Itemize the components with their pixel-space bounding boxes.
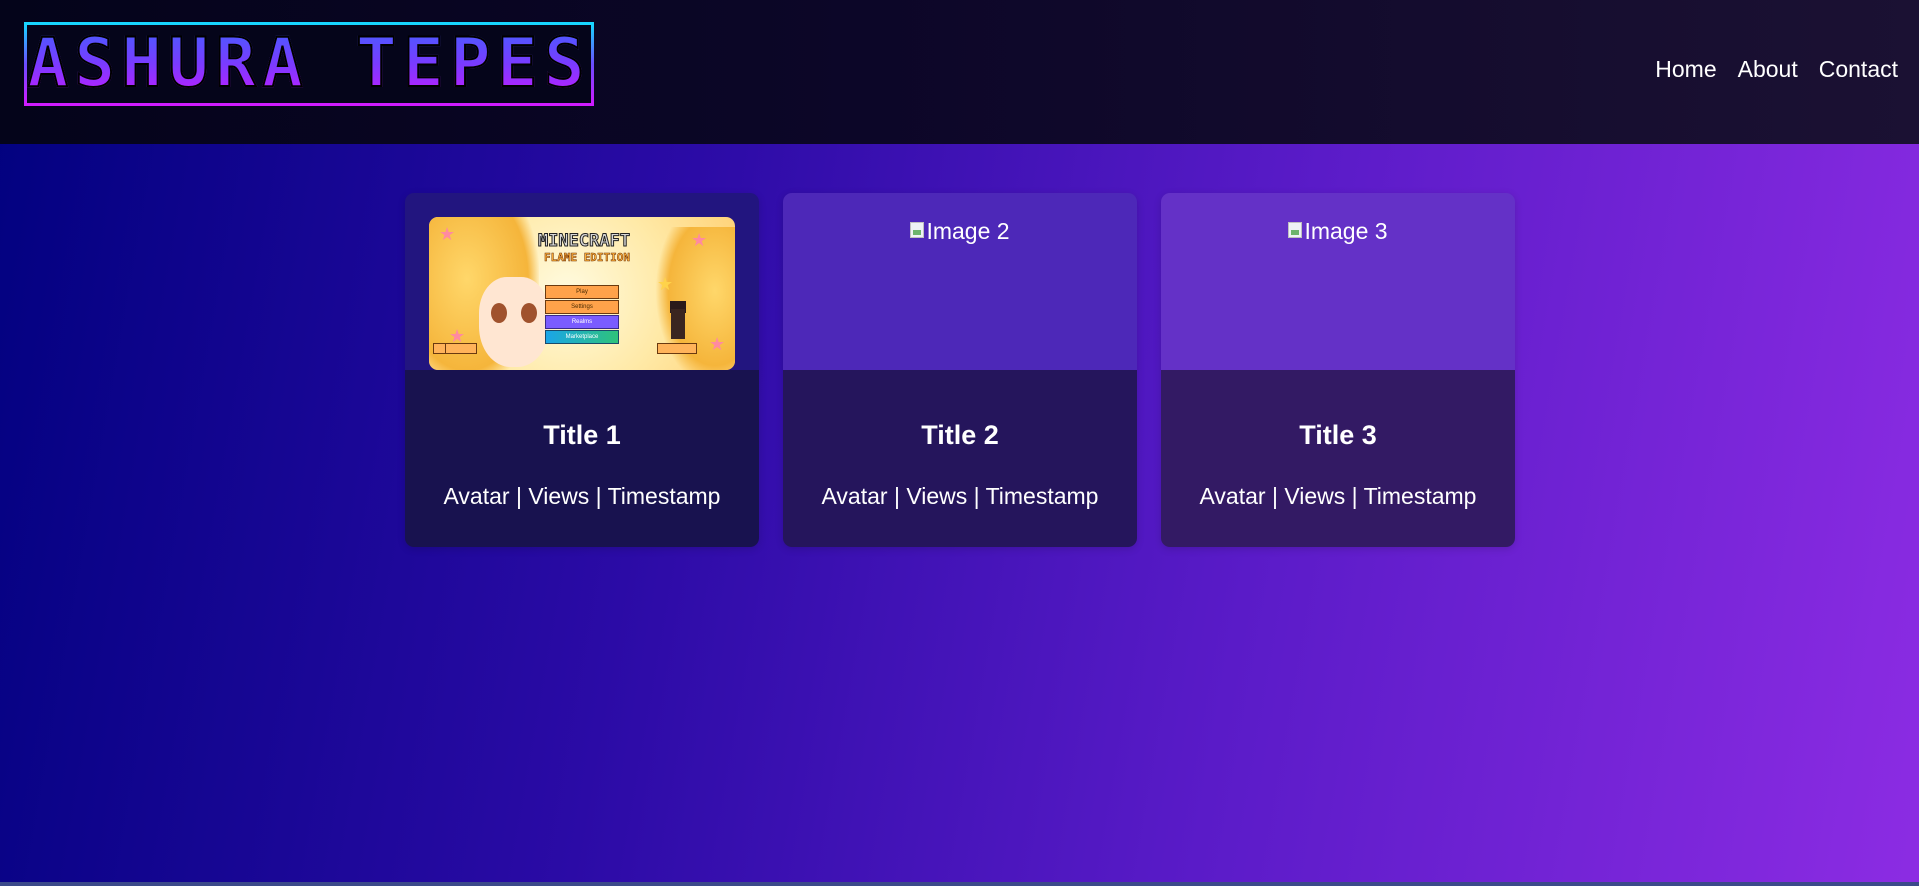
thumbnail-menu-button: Settings (545, 300, 619, 314)
card-image-broken[interactable]: Image 2 (783, 218, 1137, 245)
video-grid: ★ ★ ★ ★ ★ MINECRAFT FLAME EDITION Play S… (405, 193, 1515, 547)
broken-image-icon (1288, 221, 1303, 238)
video-card[interactable]: Image 2 Title 2 Avatar | Views | Timesta… (783, 193, 1137, 547)
star-icon: ★ (691, 230, 708, 250)
nav-link-contact[interactable]: Contact (1819, 56, 1898, 83)
card-title[interactable]: Title 3 (1299, 420, 1377, 451)
video-card[interactable]: Image 3 Title 3 Avatar | Views | Timesta… (1161, 193, 1515, 547)
site-logo[interactable]: ASHURA TEPES (24, 22, 594, 106)
thumbnail-eye-left (491, 303, 507, 323)
nav-link-home[interactable]: Home (1655, 56, 1716, 83)
bottom-divider (0, 882, 1919, 886)
card-image-area: ★ ★ ★ ★ ★ MINECRAFT FLAME EDITION Play S… (405, 193, 759, 370)
star-icon: ★ (439, 224, 456, 244)
main-nav: Home About Contact (1634, 56, 1898, 83)
image-alt-text: Image 2 (926, 218, 1010, 244)
thumbnail-small-icon (657, 343, 697, 354)
card-thumbnail[interactable]: ★ ★ ★ ★ ★ MINECRAFT FLAME EDITION Play S… (429, 217, 735, 370)
thumbnail-menu-button: Marketplace (545, 330, 619, 344)
card-meta: Avatar | Views | Timestamp (821, 483, 1099, 509)
image-alt-text: Image 3 (1304, 218, 1388, 244)
card-title[interactable]: Title 1 (543, 420, 621, 451)
thumbnail-eye-right (521, 303, 537, 323)
thumbnail-menu-button: Realms (545, 315, 619, 329)
thumbnail-face (479, 277, 549, 367)
card-body: Title 1 Avatar | Views | Timestamp (405, 370, 759, 547)
broken-image-icon (910, 221, 925, 238)
card-meta: Avatar | Views | Timestamp (1199, 483, 1477, 509)
thumbnail-player-body (671, 309, 685, 339)
nav-link-about[interactable]: About (1738, 56, 1798, 83)
card-image-area: Image 2 (783, 193, 1137, 370)
card-body: Title 3 Avatar | Views | Timestamp (1161, 370, 1515, 547)
card-body: Title 2 Avatar | Views | Timestamp (783, 370, 1137, 547)
logo-text: ASHURA TEPES (27, 24, 591, 103)
card-meta: Avatar | Views | Timestamp (443, 483, 721, 509)
site-header: ASHURA TEPES Home About Contact (0, 0, 1919, 144)
card-image-area: Image 3 (1161, 193, 1515, 370)
card-title[interactable]: Title 2 (921, 420, 999, 451)
logo-inner: ASHURA TEPES (27, 29, 586, 99)
star-icon: ★ (657, 274, 674, 294)
video-card[interactable]: ★ ★ ★ ★ ★ MINECRAFT FLAME EDITION Play S… (405, 193, 759, 547)
thumbnail-small-icon (445, 343, 477, 354)
thumbnail-game-subtitle: FLAME EDITION (543, 251, 631, 265)
card-image-broken[interactable]: Image 3 (1161, 218, 1515, 245)
thumbnail-menu-button: Play (545, 285, 619, 299)
thumbnail-game-title: MINECRAFT (537, 231, 631, 252)
star-icon: ★ (709, 334, 726, 354)
